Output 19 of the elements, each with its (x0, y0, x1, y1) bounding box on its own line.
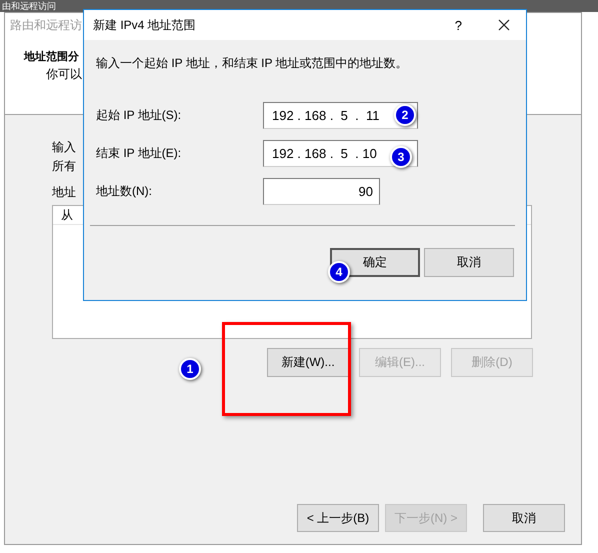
list-label: 地址 (52, 184, 76, 201)
dialog-title: 新建 IPv4 地址范围 (93, 16, 197, 34)
page-subheading: 你可以 (46, 66, 82, 83)
page-heading: 地址范围分 (24, 50, 79, 64)
instruction-text: 输入一个起始 IP 地址，和结束 IP 地址或范围中的地址数。 (96, 55, 409, 72)
field-label: 地址数(N): (96, 183, 153, 200)
help-button[interactable]: ? (454, 18, 462, 32)
intro-text: 输入 (52, 139, 77, 156)
field-label: 起始 IP 地址(S): (96, 107, 182, 124)
app-title: 由和远程访问 (2, 1, 56, 11)
intro-text: 所有 (52, 158, 76, 175)
close-icon[interactable] (498, 19, 510, 31)
window-title: 路由和远程访 (10, 18, 82, 32)
list-button[interactable]: 新建(W)... (267, 348, 349, 377)
field-label: 结束 IP 地址(E): (96, 145, 182, 162)
dialog-button[interactable]: 取消 (424, 248, 514, 277)
wizard-button[interactable]: < 上一步(B) (297, 504, 379, 532)
count-field[interactable]: 90 (263, 178, 380, 205)
wizard-button[interactable]: 取消 (483, 504, 565, 532)
